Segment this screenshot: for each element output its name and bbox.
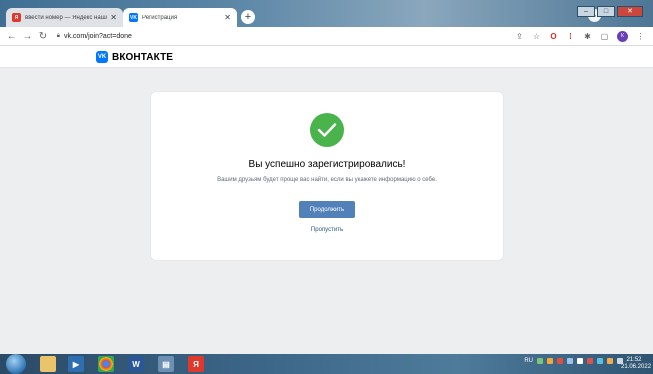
maximize-button[interactable]: □ (597, 6, 615, 17)
avatar[interactable]: К (617, 30, 628, 42)
new-tab-button[interactable]: + (241, 10, 255, 24)
vk-icon: VK (129, 13, 138, 22)
forward-icon[interactable]: → (20, 31, 36, 42)
checkmark-icon (310, 113, 344, 147)
minimize-button[interactable]: – (577, 6, 595, 17)
page-title: Вы успешно зарегистрировались! (248, 159, 406, 170)
tab-yandex[interactable]: Я ввести номер — Яндекс нашл ✕ (6, 8, 123, 27)
network-icon[interactable] (597, 358, 603, 364)
menu-icon[interactable]: ⋮ (636, 32, 645, 41)
chrome-icon[interactable] (98, 356, 114, 372)
clock-time: 21:52 (626, 357, 642, 363)
vk-logo[interactable]: VK ВКОНТАКТЕ (96, 51, 173, 63)
continue-button[interactable]: Продолжить (299, 201, 355, 218)
tab-title: ввести номер — Яндекс нашл (25, 14, 108, 21)
tray-app-icon[interactable] (587, 358, 593, 364)
volume-icon[interactable] (607, 358, 613, 364)
flag-icon[interactable] (577, 358, 583, 364)
tray-app-icon[interactable] (537, 358, 543, 364)
folder-icon[interactable] (40, 356, 56, 372)
vk-icon: VK (96, 51, 108, 63)
url-text: vk.com/join?act=done (63, 32, 132, 40)
success-description: Вашим друзьям будет проще вас найти, есл… (217, 177, 437, 183)
vk-header: VK ВКОНТАКТЕ (0, 46, 653, 68)
back-icon[interactable]: ← (4, 31, 20, 42)
extension-icon[interactable]: ⁞ (566, 32, 575, 41)
puzzle-icon[interactable]: ✱ (583, 32, 592, 41)
address-bar[interactable]: 🔒︎ vk.com/join?act=done (57, 29, 515, 44)
opera-extension-icon[interactable]: O (549, 32, 558, 41)
start-button[interactable] (6, 354, 26, 374)
toolbar-actions: ⇪ ☆ O ⁞ ✱ ▢ К ⋮ (515, 30, 653, 42)
tray-app-icon[interactable] (567, 358, 573, 364)
skip-link[interactable]: Пропустить (151, 227, 503, 233)
sidebar-icon[interactable]: ▢ (600, 32, 609, 41)
reload-icon[interactable]: ↻ (35, 31, 51, 42)
browser-tab-strip: Я ввести номер — Яндекс нашл ✕ VK Регист… (0, 0, 653, 27)
vk-wordmark: ВКОНТАКТЕ (112, 51, 174, 63)
lock-icon: 🔒︎ (56, 32, 60, 39)
share-icon[interactable]: ⇪ (515, 32, 524, 41)
browser-toolbar: ← → ↻ 🔒︎ vk.com/join?act=done ⇪ ☆ O ⁞ ✱ … (0, 27, 653, 46)
language-indicator[interactable]: RU (524, 358, 533, 364)
star-icon[interactable]: ☆ (532, 32, 541, 41)
clock-date: 21.06.2022 (621, 364, 652, 370)
word-icon[interactable]: W (128, 356, 144, 372)
close-icon[interactable]: ✕ (110, 13, 117, 22)
tab-title: Регистрация (142, 14, 178, 21)
yandex-browser-icon[interactable]: Я (188, 356, 204, 372)
system-tray: RU (524, 358, 623, 364)
success-card: Вы успешно зарегистрировались! Вашим дру… (151, 92, 503, 260)
document-icon[interactable]: ▤ (158, 356, 174, 372)
taskbar: ▶ W ▤ Я RU 21:52 21.06.2022 (0, 354, 653, 374)
close-icon[interactable]: ✕ (224, 13, 231, 22)
window-controls: – □ ✕ (577, 6, 643, 17)
clock[interactable]: 21:52 21.06.2022 (621, 357, 652, 371)
tray-app-icon[interactable] (547, 358, 553, 364)
tray-app-icon[interactable] (557, 358, 563, 364)
tab-registration[interactable]: VK Регистрация ✕ (123, 8, 237, 27)
close-window-button[interactable]: ✕ (617, 6, 643, 17)
yandex-icon: Я (12, 13, 21, 22)
media-player-icon[interactable]: ▶ (68, 356, 84, 372)
